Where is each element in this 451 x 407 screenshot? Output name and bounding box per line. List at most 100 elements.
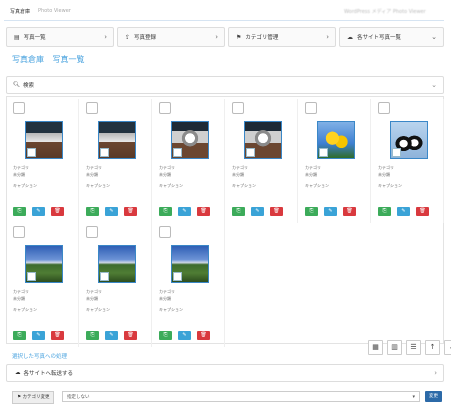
delete-button[interactable]: 🗑 [124, 207, 137, 216]
caption-label: キャプション [378, 183, 402, 188]
view-button[interactable]: ⎘ [159, 331, 172, 340]
delete-button[interactable]: 🗑 [197, 207, 210, 216]
nav-label: 各サイト写真一覧 [357, 35, 402, 41]
view-button[interactable]: ⎘ [232, 207, 245, 216]
view-button[interactable]: ⎘ [378, 207, 391, 216]
photo-thumbnail[interactable] [171, 245, 209, 283]
thumbnail-badge-icon [27, 148, 36, 157]
photo-card: カテゴリ 未分類 キャプション ⎘ ✎ 🗑 [82, 223, 152, 347]
nav-site-photo-list[interactable]: ☁ 各サイト写真一覧 ⌄ [339, 27, 444, 47]
breadcrumb: 写真倉庫 写真一覧 [12, 54, 91, 65]
transfer-label: 各サイトへ転送する [23, 371, 74, 377]
photo-select-checkbox[interactable] [86, 102, 98, 114]
search-label: 検索 [22, 83, 34, 89]
breadcrumb-item[interactable]: 写真一覧 [53, 55, 85, 64]
view-button[interactable]: ⎘ [305, 207, 318, 216]
grid-large-icon[interactable]: ▦ [368, 340, 383, 355]
thumbnail-badge-icon [392, 148, 401, 157]
transfer-to-sites-toggle[interactable]: ☁ 各サイトへ転送する › [6, 364, 444, 382]
photo-select-checkbox[interactable] [13, 102, 25, 114]
photo-select-checkbox[interactable] [159, 226, 171, 238]
sort-down-icon[interactable]: ↓ [444, 340, 451, 355]
thumbnail-badge-icon [173, 272, 182, 281]
cloud-icon: ☁ [15, 370, 21, 376]
photo-thumbnail[interactable] [98, 245, 136, 283]
selected-action-heading: 選択した写真への処理 [12, 354, 68, 360]
thumbnail-badge-icon [27, 272, 36, 281]
edit-button[interactable]: ✎ [251, 207, 264, 216]
list-view-icon[interactable]: ☰ [406, 340, 421, 355]
delete-button[interactable]: 🗑 [416, 207, 429, 216]
photo-select-checkbox[interactable] [232, 102, 244, 114]
upload-icon: ⇪ [125, 33, 131, 41]
photo-thumbnail[interactable] [171, 121, 209, 159]
edit-button[interactable]: ✎ [32, 207, 45, 216]
delete-button[interactable]: 🗑 [51, 207, 64, 216]
category-label: カテゴリ [378, 165, 394, 170]
photo-select-checkbox[interactable] [86, 226, 98, 238]
nav-photo-list[interactable]: ▤ 写真一覧 › [6, 27, 114, 47]
search-icon: 🔍︎ [13, 82, 20, 88]
edit-button[interactable]: ✎ [397, 207, 410, 216]
edit-button[interactable]: ✎ [178, 207, 191, 216]
grid-small-icon[interactable]: ▥ [387, 340, 402, 355]
edit-button[interactable]: ✎ [105, 331, 118, 340]
edit-button[interactable]: ✎ [324, 207, 337, 216]
delete-button[interactable]: 🗑 [270, 207, 283, 216]
photo-thumbnail[interactable] [390, 121, 428, 159]
photo-card: カテゴリ 未分類 キャプション ⎘ ✎ 🗑 [228, 99, 298, 223]
photo-thumbnail[interactable] [244, 121, 282, 159]
photo-thumbnail[interactable] [98, 121, 136, 159]
photo-select-checkbox[interactable] [305, 102, 317, 114]
photo-thumbnail[interactable] [25, 245, 63, 283]
category-value: 未分類 [13, 296, 25, 301]
chevron-down-icon: ⌄ [431, 33, 437, 41]
cloud-icon: ☁ [347, 33, 353, 41]
list-icon: ▤ [14, 33, 20, 41]
breadcrumb-item[interactable]: 写真倉庫 [12, 55, 44, 64]
nav-photo-register[interactable]: ⇪ 写真登録 › [117, 27, 225, 47]
search-panel-toggle[interactable]: 🔍︎ 検索 ⌄ [6, 76, 444, 94]
category-change-row: ⚑ カテゴリ変更 指定しない ▾ 変更 [6, 391, 444, 404]
photo-card: カテゴリ 未分類 キャプション ⎘ ✎ 🗑 [82, 99, 152, 223]
edit-button[interactable]: ✎ [32, 331, 45, 340]
view-button[interactable]: ⎘ [159, 207, 172, 216]
photo-select-checkbox[interactable] [378, 102, 390, 114]
chevron-right-icon: › [104, 33, 107, 41]
edit-button[interactable]: ✎ [105, 207, 118, 216]
category-label: カテゴリ [86, 289, 102, 294]
photo-select-checkbox[interactable] [159, 102, 171, 114]
photo-card: カテゴリ 未分類 キャプション ⎘ ✎ 🗑 [155, 99, 225, 223]
nav-category-manage[interactable]: ⚑ カテゴリ管理 › [228, 27, 336, 47]
chevron-down-icon: ▾ [412, 394, 415, 400]
category-label: カテゴリ [159, 165, 175, 170]
photo-thumbnail[interactable] [317, 121, 355, 159]
thumbnail-badge-icon [173, 148, 182, 157]
category-value: 未分類 [86, 296, 98, 301]
delete-button[interactable]: 🗑 [197, 331, 210, 340]
delete-button[interactable]: 🗑 [124, 331, 137, 340]
category-change-button[interactable]: 変更 [425, 391, 442, 402]
edit-button[interactable]: ✎ [178, 331, 191, 340]
view-button[interactable]: ⎘ [86, 207, 99, 216]
delete-button[interactable]: 🗑 [343, 207, 356, 216]
photo-select-checkbox[interactable] [13, 226, 25, 238]
photo-grid: カテゴリ 未分類 キャプション ⎘ ✎ 🗑 カテゴリ 未分類 キャプション ⎘ ✎ 🗑 カテゴリ 未分類キ… [6, 96, 444, 347]
view-button[interactable]: ⎘ [13, 331, 26, 340]
caption-label: キャプション [159, 307, 183, 312]
app-subtitle: Photo Viewer [38, 8, 71, 14]
view-button[interactable]: ⎘ [86, 331, 99, 340]
sort-up-icon[interactable]: ↑ [425, 340, 440, 355]
view-button[interactable]: ⎘ [13, 207, 26, 216]
thumbnail-badge-icon [100, 272, 109, 281]
photo-thumbnail[interactable] [25, 121, 63, 159]
category-select[interactable]: 指定しない ▾ [62, 391, 420, 402]
photo-card: カテゴリ 未分類 キャプション ⎘ ✎ 🗑 [9, 223, 79, 347]
category-label: カテゴリ [305, 165, 321, 170]
thumbnail-badge-icon [319, 148, 328, 157]
photo-card: カテゴリ 未分類 キャプション ⎘ ✎ 🗑 [155, 223, 225, 347]
chevron-right-icon: › [215, 33, 218, 41]
app-title: 写真倉庫 [10, 9, 31, 15]
top-bar-right: WordPress メディア Photo Viewer [344, 9, 426, 15]
delete-button[interactable]: 🗑 [51, 331, 64, 340]
